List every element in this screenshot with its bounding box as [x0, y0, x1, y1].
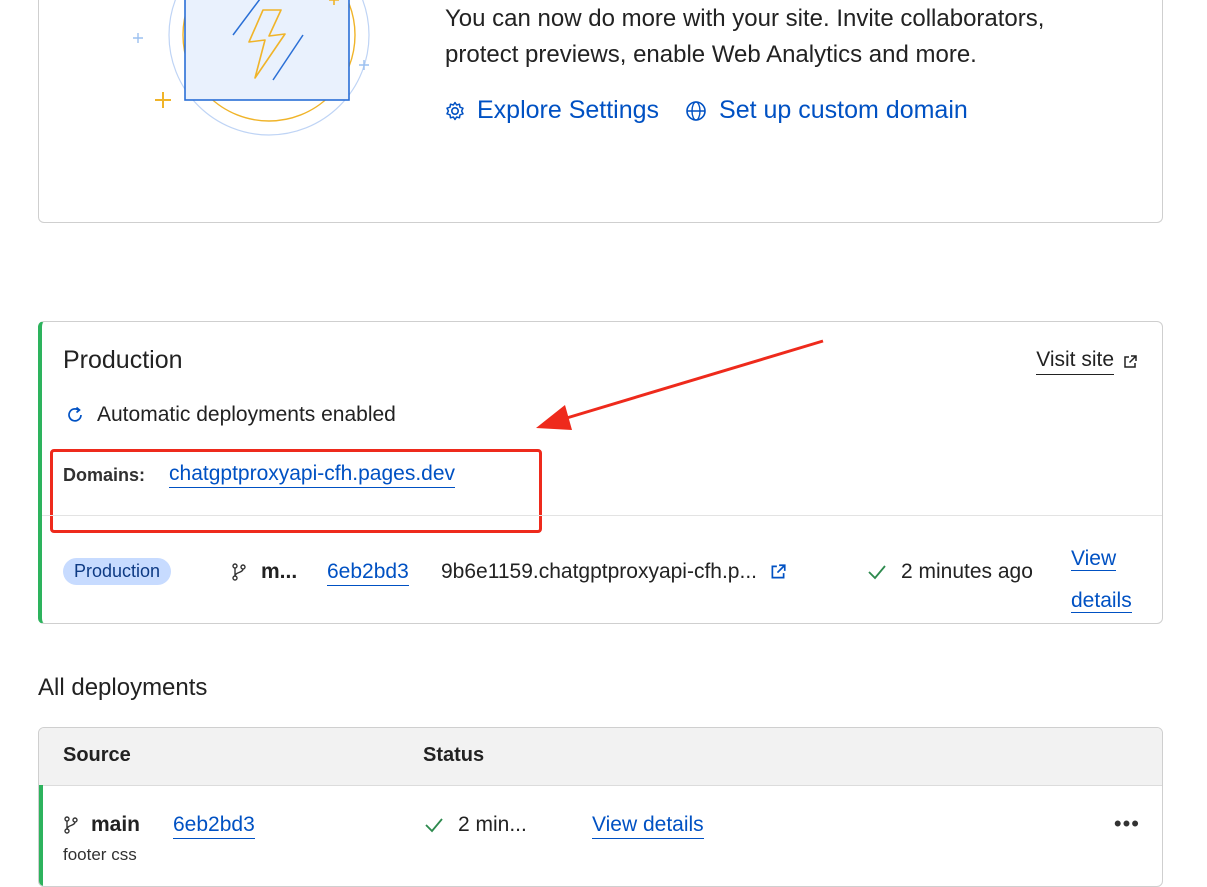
- all-deployments-title: All deployments: [38, 674, 208, 701]
- row-commit-link[interactable]: 6eb2bd3: [173, 813, 255, 839]
- branch-name: m...: [261, 560, 298, 583]
- view-details-line-1: View: [1071, 547, 1117, 571]
- check-icon: [868, 565, 886, 580]
- custom-domain-link[interactable]: Set up custom domain: [685, 96, 968, 125]
- gear-icon: [446, 101, 464, 120]
- production-card: Production Visit site Automatic deployme…: [38, 321, 1163, 624]
- status-column-header: Status: [423, 744, 485, 766]
- production-title: Production: [63, 346, 183, 374]
- visit-site-link[interactable]: Visit site: [1036, 348, 1138, 375]
- visit-site-label: Visit site: [1036, 348, 1114, 375]
- onboarding-text: You can now do more with your site. Invi…: [445, 1, 1044, 73]
- row-commit-message: footer css: [63, 845, 137, 864]
- row-branch-name: main: [91, 813, 141, 836]
- annotation-highlight-box: [50, 449, 542, 533]
- onboarding-line-1: You can now do more with your site. Invi…: [445, 5, 1045, 32]
- bolt-illustration-icon: [133, 0, 370, 136]
- deployment-status: 2 minutes ago: [867, 560, 1033, 584]
- deployment-time: 2 minutes ago: [901, 560, 1033, 583]
- external-link-icon[interactable]: [769, 563, 787, 581]
- auto-deployments-status: Automatic deployments enabled: [65, 403, 396, 427]
- source-column-header: Source: [63, 744, 131, 766]
- environment-badge: Production: [63, 558, 172, 585]
- commit-link[interactable]: 6eb2bd3: [327, 560, 409, 586]
- explore-settings-link[interactable]: Explore Settings: [445, 96, 659, 125]
- view-details-link[interactable]: View details: [1071, 538, 1141, 622]
- table-header: Source Status: [39, 728, 1162, 786]
- more-icon[interactable]: •••: [1114, 811, 1140, 837]
- preview-url[interactable]: 9b6e1159.chatgptproxyapi-cfh.p...: [441, 560, 787, 584]
- globe-icon: [686, 100, 706, 121]
- branch-icon: [232, 563, 246, 581]
- row-view-details-link[interactable]: View details: [592, 813, 704, 839]
- preview-url-label: 9b6e1159.chatgptproxyapi-cfh.p...: [441, 560, 757, 583]
- branch-icon: [64, 816, 78, 834]
- row-branch: main: [63, 813, 140, 837]
- auto-deployments-label: Automatic deployments enabled: [97, 403, 396, 426]
- deployment-branch: m...: [231, 560, 297, 584]
- onboarding-links: Explore Settings Set up custom domain: [445, 96, 968, 125]
- divider: [42, 515, 1162, 516]
- view-details-line-2: details: [1071, 589, 1132, 613]
- table-row: main 6eb2bd3 footer css 2 min... View de…: [39, 785, 1162, 886]
- external-link-icon: [1124, 354, 1137, 368]
- custom-domain-label: Set up custom domain: [719, 96, 968, 124]
- refresh-icon: [68, 406, 82, 422]
- deployments-table: Source Status main 6eb2bd3 footer css 2 …: [38, 727, 1163, 887]
- row-time: 2 min...: [458, 813, 527, 836]
- explore-settings-label: Explore Settings: [477, 96, 660, 124]
- check-icon: [425, 818, 443, 833]
- onboarding-line-2: protect previews, enable Web Analytics a…: [445, 41, 977, 68]
- production-deployment-row: Production m... 6eb2bd3 9b6e1159.chatgpt…: [63, 531, 1142, 613]
- row-status: 2 min...: [424, 813, 527, 837]
- onboarding-card: You can now do more with your site. Invi…: [38, 0, 1163, 223]
